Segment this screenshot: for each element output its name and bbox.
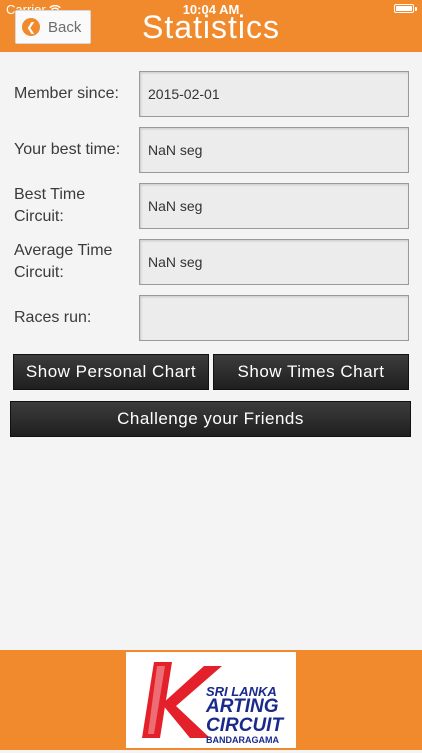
logo-line-3: CIRCUIT <box>206 715 284 736</box>
show-times-chart-button[interactable]: Show Times Chart <box>213 354 409 390</box>
races-run-label: Races run: <box>14 309 92 326</box>
form-row-average-time-circuit: Average Time Circuit: NaN seg <box>0 239 422 285</box>
page-title: Statistics <box>141 9 281 45</box>
best-time-field[interactable]: NaN seg <box>139 127 409 173</box>
show-personal-chart-button[interactable]: Show Personal Chart <box>13 354 209 390</box>
member-since-label: Member since: <box>14 85 119 102</box>
member-since-field[interactable]: 2015-02-01 <box>139 71 409 117</box>
karting-circuit-logo: SRI LANKA ARTING CIRCUIT BANDARAGAMA <box>126 652 296 748</box>
navigation-header: Carrier 10:04 AM ❮ Back Statistics <box>0 0 422 52</box>
form-row-best-time: Your best time: NaN seg <box>0 127 422 173</box>
footer-bar: SRI LANKA ARTING CIRCUIT BANDARAGAMA <box>0 650 422 750</box>
best-time-circuit-field[interactable]: NaN seg <box>139 183 409 229</box>
average-time-circuit-field[interactable]: NaN seg <box>139 239 409 285</box>
challenge-friends-button[interactable]: Challenge your Friends <box>10 401 411 437</box>
average-time-circuit-label: Average Time Circuit: <box>14 242 113 281</box>
logo-line-4: BANDARAGAMA <box>206 735 279 745</box>
races-run-field[interactable] <box>139 295 409 341</box>
form-row-best-time-circuit: Best Time Circuit: NaN seg <box>0 183 422 229</box>
form-row-races-run: Races run: <box>0 295 422 341</box>
best-time-label: Your best time: <box>14 141 121 158</box>
form-row-member-since: Member since: 2015-02-01 <box>0 71 422 117</box>
best-time-circuit-label: Best Time Circuit: <box>14 186 86 225</box>
